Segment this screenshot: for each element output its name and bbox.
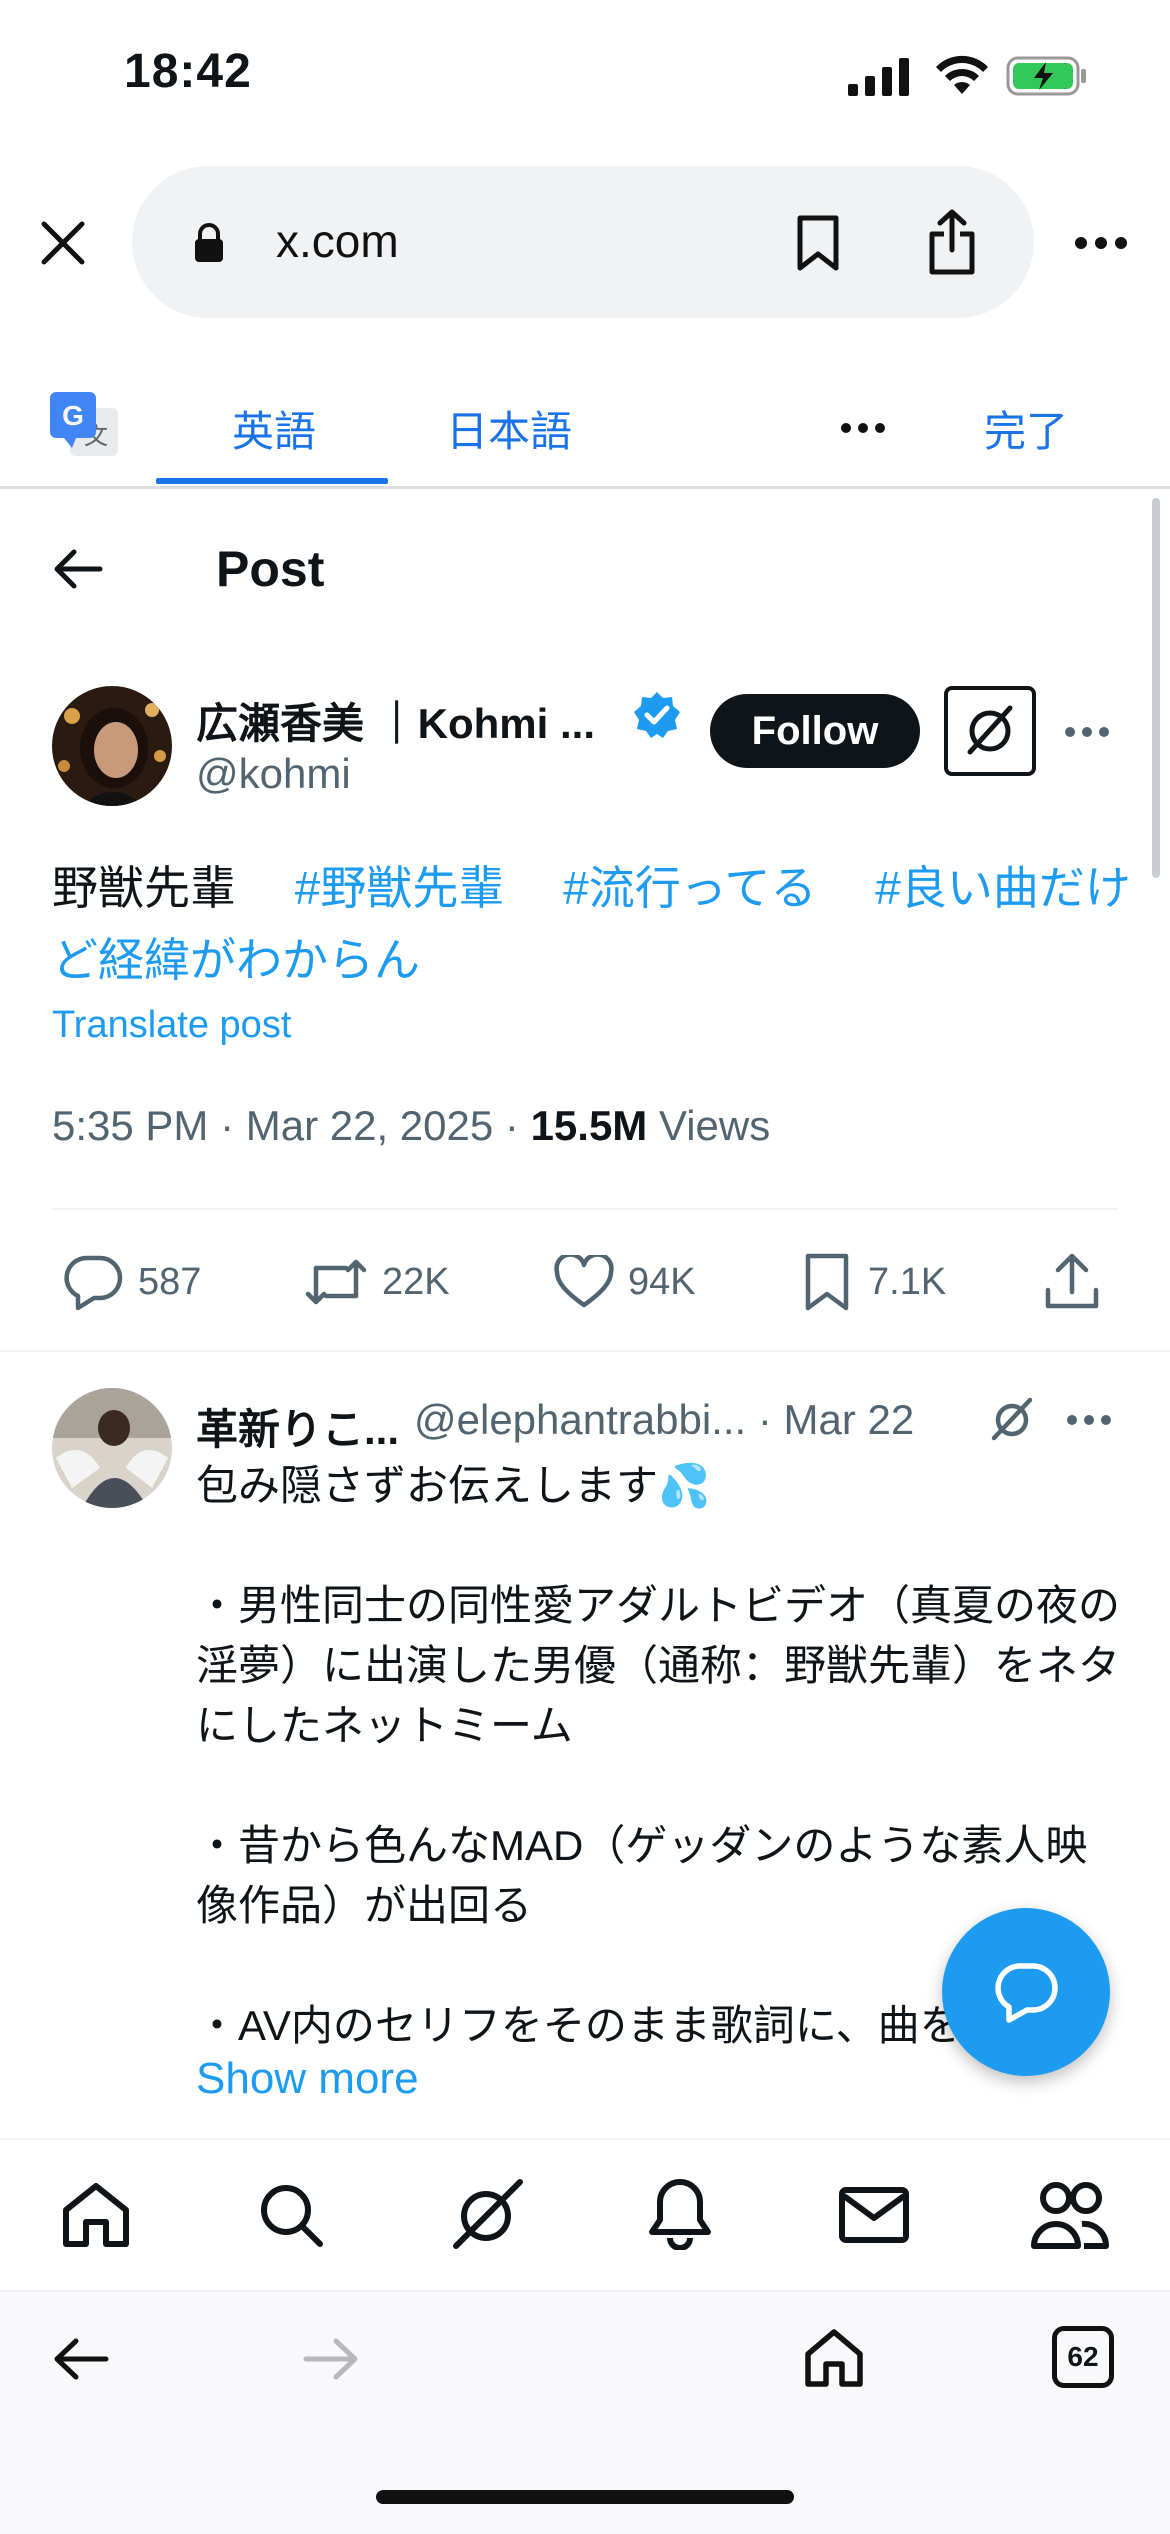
reply-count: 587 bbox=[138, 1260, 202, 1303]
messages-nav-icon[interactable] bbox=[838, 2186, 910, 2244]
post-more-icon[interactable] bbox=[1064, 726, 1110, 738]
home-nav-icon[interactable] bbox=[60, 2180, 132, 2250]
close-icon[interactable] bbox=[38, 218, 88, 268]
browser-forward-icon bbox=[302, 2336, 360, 2382]
browser-back-icon[interactable] bbox=[52, 2336, 110, 2382]
grok-nav-icon[interactable] bbox=[448, 2176, 526, 2254]
author-handle[interactable]: @kohmi bbox=[196, 750, 351, 798]
like-count: 94K bbox=[628, 1260, 696, 1303]
tab-switcher-button[interactable]: 62 bbox=[1052, 2326, 1114, 2388]
url-text[interactable]: x.com bbox=[276, 214, 399, 268]
author-name[interactable]: 広瀬香美 ｜Kohmi ... bbox=[196, 690, 595, 751]
scrollbar[interactable] bbox=[1152, 498, 1160, 878]
google-translate-icon: 文 G bbox=[50, 392, 120, 462]
x-bottom-nav bbox=[0, 2138, 1170, 2294]
communities-nav-icon[interactable] bbox=[1030, 2178, 1110, 2252]
reply-avatar[interactable] bbox=[52, 1388, 172, 1508]
reply-icon bbox=[64, 1255, 123, 1310]
tab-english[interactable]: 英語 bbox=[232, 398, 316, 459]
hashtag-link[interactable]: #流行ってる bbox=[563, 862, 816, 914]
views-count: 15.5M bbox=[530, 1102, 648, 1149]
tab-japanese[interactable]: 日本語 bbox=[446, 398, 572, 459]
post-text: 野獣先輩 #野獣先輩 #流行ってる #良い曲だけど経緯がわからん bbox=[52, 852, 1132, 996]
post-text-plain: 野獣先輩 bbox=[52, 862, 282, 914]
url-bar[interactable] bbox=[132, 166, 1034, 318]
action-divider bbox=[0, 1350, 1170, 1352]
search-nav-icon[interactable] bbox=[256, 2180, 326, 2250]
translate-post-link[interactable]: Translate post bbox=[52, 1004, 291, 1047]
home-indicator bbox=[376, 2490, 794, 2504]
hashtag-link[interactable]: #野獣先輩 bbox=[295, 862, 505, 914]
page-title: Post bbox=[216, 541, 325, 597]
repost-count: 22K bbox=[382, 1260, 450, 1303]
post-meta: 5:35 PM · Mar 22, 2025 · 15.5M Views bbox=[52, 1102, 770, 1150]
reply-grok-icon[interactable] bbox=[984, 1392, 1040, 1448]
reply-more-icon[interactable] bbox=[1066, 1414, 1112, 1426]
bookmark-action[interactable]: 7.1K bbox=[800, 1252, 946, 1312]
browser-more-icon[interactable] bbox=[1074, 236, 1128, 250]
active-tab-indicator bbox=[156, 478, 388, 484]
browser-home-icon[interactable] bbox=[802, 2326, 866, 2390]
reply-first-line: 包み隠さずお伝えします💦 bbox=[196, 1462, 711, 1509]
grok-button[interactable] bbox=[944, 686, 1036, 776]
wifi-icon bbox=[934, 54, 990, 96]
reply-compose-icon bbox=[995, 1963, 1058, 2023]
follow-button[interactable]: Follow bbox=[710, 694, 920, 768]
like-action[interactable]: 94K bbox=[554, 1252, 696, 1312]
cellular-signal-icon bbox=[848, 58, 910, 96]
views-label: Views bbox=[647, 1102, 771, 1149]
bookmark-count: 7.1K bbox=[868, 1260, 947, 1303]
done-button[interactable]: 完了 bbox=[984, 398, 1068, 459]
show-more-link[interactable]: Show more bbox=[196, 2054, 419, 2104]
battery-charging-icon bbox=[1006, 56, 1088, 96]
meta-divider bbox=[52, 1208, 1118, 1210]
heart-icon bbox=[554, 1255, 614, 1308]
verified-badge-icon bbox=[632, 690, 682, 740]
share-icon[interactable] bbox=[926, 208, 978, 276]
notifications-nav-icon[interactable] bbox=[646, 2176, 714, 2250]
translate-bar-divider bbox=[0, 486, 1170, 489]
reply-action[interactable]: 587 bbox=[64, 1252, 201, 1312]
repost-icon bbox=[305, 1259, 367, 1305]
author-avatar[interactable] bbox=[52, 686, 172, 806]
svg-text:G: G bbox=[62, 400, 84, 431]
status-time: 18:42 bbox=[124, 45, 252, 98]
repost-action[interactable]: 22K bbox=[304, 1252, 450, 1312]
post-timestamp[interactable]: 5:35 PM · Mar 22, 2025 · bbox=[52, 1102, 531, 1149]
reply-handle-date[interactable]: @elephantrabbi... · Mar 22 bbox=[414, 1396, 914, 1444]
lock-icon bbox=[192, 222, 226, 264]
bookmark-icon bbox=[805, 1253, 849, 1311]
translate-more-icon[interactable] bbox=[840, 422, 886, 434]
compose-reply-button[interactable] bbox=[942, 1908, 1110, 2076]
reply-author-name[interactable]: 革新りこ... bbox=[196, 1396, 399, 1457]
back-arrow-icon[interactable] bbox=[52, 548, 104, 590]
share-post-action[interactable] bbox=[1044, 1252, 1114, 1312]
share-post-icon bbox=[1045, 1253, 1099, 1309]
bookmark-page-icon[interactable] bbox=[796, 214, 840, 272]
